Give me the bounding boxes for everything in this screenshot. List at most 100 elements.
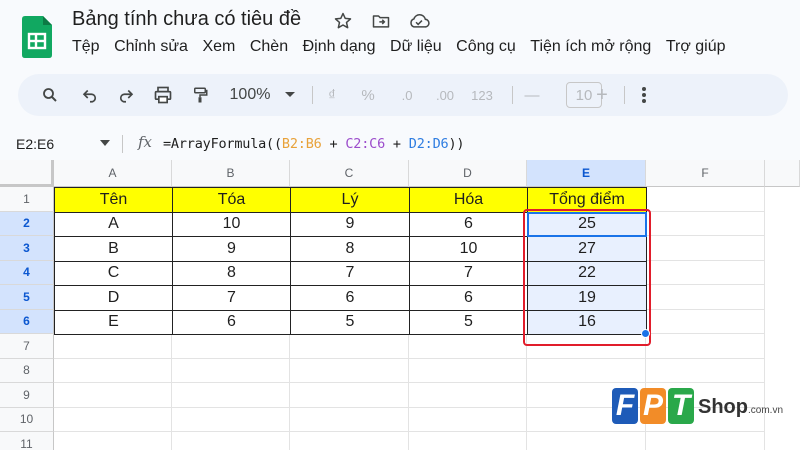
- percent-format-button[interactable]: %: [358, 74, 378, 116]
- table-cell[interactable]: 7: [172, 285, 291, 311]
- name-box-dropdown-icon[interactable]: [100, 140, 110, 147]
- table-header-cell[interactable]: Tổng điểm: [527, 187, 647, 213]
- cell[interactable]: [527, 358, 646, 383]
- cell[interactable]: [646, 309, 765, 334]
- row-header-4[interactable]: 4: [0, 260, 54, 285]
- cell[interactable]: [646, 236, 765, 261]
- cell[interactable]: [527, 334, 646, 359]
- cell[interactable]: [646, 187, 765, 212]
- table-cell[interactable]: 7: [290, 260, 410, 286]
- row-header-2[interactable]: 2: [0, 211, 54, 236]
- name-box[interactable]: E2:E6: [16, 129, 54, 159]
- row-header-10[interactable]: 10: [0, 407, 54, 432]
- menu-view[interactable]: Xem: [202, 38, 235, 58]
- row-header-1[interactable]: 1: [0, 187, 54, 212]
- more-options-icon[interactable]: [634, 74, 654, 116]
- column-header-c[interactable]: C: [290, 160, 409, 187]
- cell[interactable]: [54, 334, 172, 359]
- cell[interactable]: [172, 407, 290, 432]
- cell[interactable]: [409, 432, 527, 450]
- cell[interactable]: [646, 432, 765, 450]
- undo-icon[interactable]: [78, 74, 102, 116]
- increase-font-size-button[interactable]: +: [592, 74, 612, 116]
- total-score-cell[interactable]: 25: [527, 211, 647, 237]
- table-cell[interactable]: 5: [409, 309, 528, 335]
- row-header-11[interactable]: 11: [0, 432, 54, 450]
- select-all-corner[interactable]: [0, 160, 54, 187]
- cell[interactable]: [172, 358, 290, 383]
- move-to-folder-icon[interactable]: [370, 10, 392, 32]
- table-cell[interactable]: 6: [409, 285, 528, 311]
- cell[interactable]: [527, 432, 646, 450]
- table-cell[interactable]: 10: [172, 211, 291, 237]
- row-header-3[interactable]: 3: [0, 236, 54, 261]
- cell[interactable]: [646, 211, 765, 236]
- table-cell[interactable]: 6: [172, 309, 291, 335]
- table-cell[interactable]: E: [54, 309, 173, 335]
- cell[interactable]: [646, 260, 765, 285]
- table-cell[interactable]: 9: [172, 236, 291, 262]
- column-header-b[interactable]: B: [172, 160, 290, 187]
- table-cell[interactable]: 6: [409, 211, 528, 237]
- cell[interactable]: [646, 285, 765, 310]
- cell[interactable]: [290, 334, 409, 359]
- table-cell[interactable]: 8: [290, 236, 410, 262]
- column-header-a[interactable]: A: [54, 160, 172, 187]
- total-score-cell[interactable]: 22: [527, 260, 647, 286]
- cell[interactable]: [54, 383, 172, 408]
- cell[interactable]: [172, 432, 290, 450]
- cell[interactable]: [290, 407, 409, 432]
- chevron-down-icon[interactable]: [280, 74, 300, 116]
- total-score-cell[interactable]: 19: [527, 285, 647, 311]
- cell[interactable]: [54, 358, 172, 383]
- sheets-logo-icon[interactable]: [22, 16, 52, 58]
- cell[interactable]: [172, 383, 290, 408]
- more-formats-button[interactable]: 123: [468, 74, 496, 116]
- row-header-8[interactable]: 8: [0, 358, 54, 383]
- table-cell[interactable]: 8: [172, 260, 291, 286]
- menu-extensions[interactable]: Tiện ích mở rộng: [530, 38, 651, 58]
- document-title[interactable]: Bảng tính chưa có tiêu đề: [72, 8, 301, 31]
- fill-handle[interactable]: [641, 329, 650, 338]
- cell[interactable]: [409, 407, 527, 432]
- star-icon[interactable]: [332, 10, 354, 32]
- menu-edit[interactable]: Chỉnh sửa: [114, 38, 188, 58]
- menu-data[interactable]: Dữ liệu: [390, 38, 442, 58]
- table-cell[interactable]: A: [54, 211, 173, 237]
- cell[interactable]: [290, 358, 409, 383]
- column-header-d[interactable]: D: [409, 160, 527, 187]
- cell[interactable]: [54, 407, 172, 432]
- table-header-cell[interactable]: Hóa: [409, 187, 528, 213]
- table-cell[interactable]: C: [54, 260, 173, 286]
- cell[interactable]: [290, 432, 409, 450]
- cell[interactable]: [409, 334, 527, 359]
- table-header-cell[interactable]: Tóa: [172, 187, 291, 213]
- decrease-font-size-button[interactable]: —: [522, 74, 542, 116]
- menu-file[interactable]: Tệp: [72, 38, 100, 58]
- paint-format-icon[interactable]: [188, 74, 212, 116]
- menu-tools[interactable]: Công cụ: [456, 38, 516, 58]
- table-cell[interactable]: D: [54, 285, 173, 311]
- table-header-cell[interactable]: Tên: [54, 187, 173, 213]
- cell[interactable]: [172, 334, 290, 359]
- menu-insert[interactable]: Chèn: [250, 38, 288, 58]
- total-score-cell[interactable]: 16: [527, 309, 647, 335]
- cell[interactable]: [290, 383, 409, 408]
- cell[interactable]: [54, 432, 172, 450]
- cell[interactable]: [409, 383, 527, 408]
- increase-decimal-button[interactable]: .00: [430, 74, 460, 116]
- total-score-cell[interactable]: 27: [527, 236, 647, 262]
- cloud-status-icon[interactable]: [408, 10, 430, 32]
- formula-input[interactable]: =ArrayFormula((B2:B6 + C2:C6 + D2:D6)): [163, 129, 464, 159]
- menu-format[interactable]: Định dạng: [303, 38, 376, 58]
- row-header-6[interactable]: 6: [0, 309, 54, 334]
- cell[interactable]: [646, 334, 765, 359]
- print-icon[interactable]: [150, 74, 176, 116]
- row-header-7[interactable]: 7: [0, 334, 54, 359]
- table-cell[interactable]: 10: [409, 236, 528, 262]
- table-cell[interactable]: 7: [409, 260, 528, 286]
- column-header-f[interactable]: F: [646, 160, 765, 187]
- menu-help[interactable]: Trợ giúp: [666, 38, 726, 58]
- table-cell[interactable]: 6: [290, 285, 410, 311]
- row-header-5[interactable]: 5: [0, 285, 54, 310]
